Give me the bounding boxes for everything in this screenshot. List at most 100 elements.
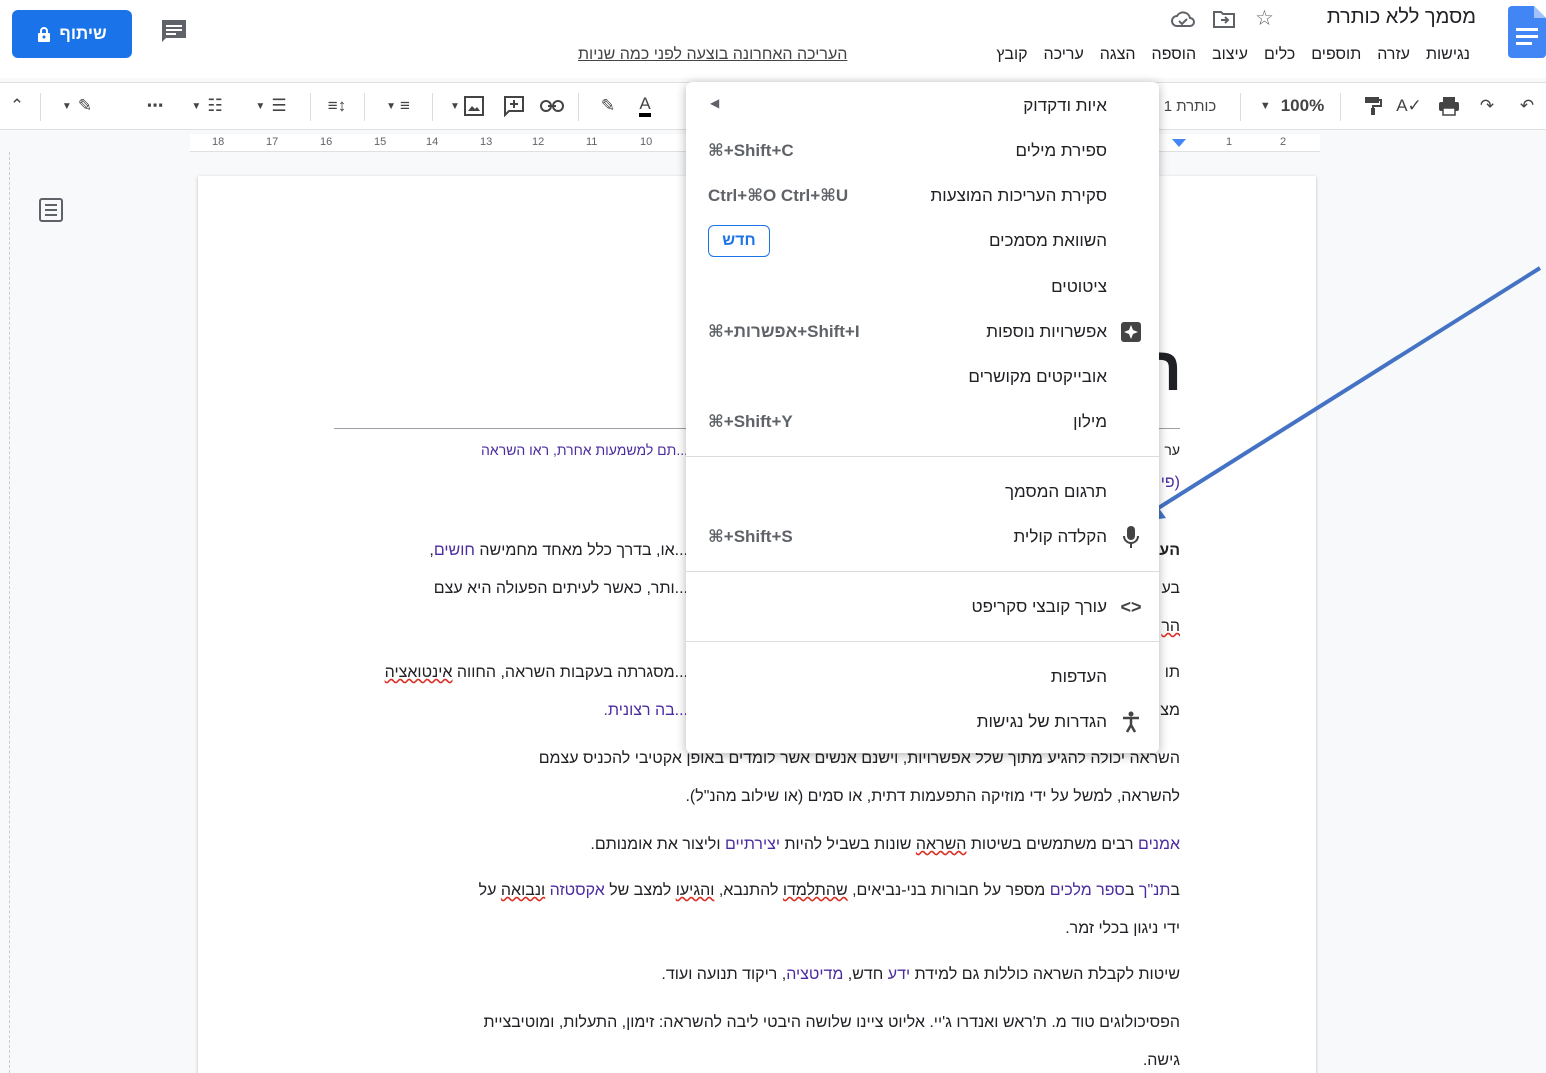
indent-marker[interactable] [1172, 139, 1186, 147]
numbered-list-icon: ☰ [271, 96, 287, 115]
highlight-icon[interactable]: ✎ [594, 93, 622, 119]
menu-item-linked-objects[interactable]: אובייקטים מקושרים [686, 355, 1159, 399]
ruler-tick: 18 [212, 136, 225, 148]
zoom-value: 100% [1280, 96, 1325, 115]
paint-format-icon[interactable] [1360, 93, 1386, 119]
paragraph-frag: הר [1161, 618, 1180, 635]
cloud-saved-icon[interactable] [1170, 9, 1196, 34]
menu-item-citations[interactable]: ציטוטים [686, 265, 1159, 309]
document-outline-icon[interactable] [38, 197, 64, 228]
text-span: ב [1124, 882, 1139, 899]
menu-item-dictionary[interactable]: מילון ⌘+Shift+Y [686, 400, 1159, 444]
menu-item-compare-documents[interactable]: השוואת מסמכים חדש [686, 219, 1159, 263]
lock-icon [38, 27, 51, 42]
paragraph-frag: בע [1161, 580, 1180, 597]
menu-item-translate[interactable]: תרגום המסמך [686, 470, 1159, 514]
menu-tools[interactable]: כלים [1256, 46, 1303, 64]
menu-help[interactable]: עזרה [1369, 46, 1418, 64]
add-comment-icon[interactable] [500, 93, 528, 119]
numbered-list-button[interactable]: ▼ ☰ [244, 93, 298, 119]
zoom-select[interactable]: ▼ 100% [1254, 93, 1330, 119]
insert-image-button[interactable]: ▼ [444, 93, 490, 119]
spelling-error[interactable]: שהתלמדו [783, 882, 848, 899]
link-icon[interactable] [538, 93, 566, 119]
star-icon[interactable]: ☆ [1255, 6, 1274, 31]
undo-icon[interactable]: ↶ [1514, 93, 1540, 119]
tools-menu: איות ודקדוק ◀ ספירת מילים ⌘+Shift+C סקיר… [686, 82, 1159, 753]
editing-mode-button[interactable]: ▼ ✎ [52, 93, 102, 119]
paragraph-text: ...ותר, כאשר לעיתים הפעולה היא עצם [433, 580, 688, 597]
document-title[interactable]: מסמך ללא כותרת [1327, 6, 1476, 29]
menu-item-explore[interactable]: אפשרויות נוספות ⌘+אפשרות+Shift+I [686, 310, 1159, 354]
menu-format[interactable]: עיצוב [1204, 46, 1256, 64]
paragraph-text: להשראה, למשל על ידי מוזיקה התפעמות דתית,… [685, 788, 1180, 805]
menu-item-label: איות ודקדוק [1023, 96, 1107, 115]
spelling-error[interactable]: ונבואה [501, 882, 545, 899]
chevron-down-icon: ▼ [450, 100, 460, 112]
shortcut-text: ⌘+Shift+S [708, 527, 793, 546]
wiki-link[interactable]: יצירתיים [725, 836, 780, 853]
bulleted-list-button[interactable]: ▼ ☷ [180, 93, 234, 119]
menu-item-accessibility-settings[interactable]: הגדרות של נגישות [686, 700, 1159, 744]
paragraph-text: ידי ניגון בכלי זמר. [1065, 920, 1180, 937]
spelling-error[interactable]: השראה [916, 836, 967, 853]
collapse-menus-icon[interactable]: ⌃ [4, 93, 30, 119]
menu-view[interactable]: הצגה [1092, 46, 1144, 64]
menu-item-label: השוואת מסמכים [988, 231, 1107, 250]
style-value: כותרת 1 [1163, 97, 1217, 115]
wiki-link[interactable]: תנ"ך [1139, 882, 1171, 899]
move-folder-icon[interactable] [1212, 9, 1236, 34]
wiki-link[interactable]: אקסטזה [550, 882, 605, 899]
line-spacing-icon[interactable]: ≡↕ [322, 93, 352, 119]
docs-logo-icon[interactable] [1508, 6, 1546, 58]
wiki-link[interactable]: ידע [888, 966, 910, 983]
menu-accessibility[interactable]: נגישות [1418, 46, 1478, 64]
wiki-link[interactable]: חושים [434, 542, 475, 559]
wiki-link[interactable]: מדיטציה [786, 966, 843, 983]
image-icon [463, 96, 484, 116]
ruler-tick: 13 [480, 136, 493, 148]
menu-item-spelling[interactable]: איות ודקדוק ◀ [686, 84, 1159, 128]
menu-item-label: הגדרות של נגישות [976, 712, 1107, 731]
hatnote-link[interactable]: ...תם למשמעות אחרת, ראו השראה [481, 442, 688, 458]
share-button[interactable]: שיתוף [12, 10, 132, 58]
menu-file[interactable]: קובץ [988, 46, 1035, 64]
redo-icon[interactable]: ↷ [1474, 93, 1500, 119]
menu-item-word-count[interactable]: ספירת מילים ⌘+Shift+C [686, 129, 1159, 173]
menu-item-label: הקלדה קולית [1013, 527, 1108, 546]
menu-addons[interactable]: תוספים [1303, 46, 1369, 64]
menu-edit[interactable]: עריכה [1036, 46, 1092, 64]
menu-item-script-editor[interactable]: <> עורך קובצי סקריפט [686, 585, 1159, 629]
more-icon[interactable]: ⋯ [140, 93, 170, 119]
text-color-button[interactable]: A [630, 93, 660, 119]
spelling-error[interactable]: אינטואציה [385, 664, 453, 681]
text-span: חדש, [843, 966, 888, 983]
print-icon[interactable] [1436, 93, 1462, 119]
chevron-down-icon: ▼ [255, 100, 266, 112]
menu-item-label: אובייקטים מקושרים [968, 367, 1107, 386]
menu-item-voice-typing[interactable]: הקלדה קולית ⌘+Shift+S [686, 515, 1159, 559]
align-button[interactable]: ▼ ≡ [376, 93, 420, 119]
comments-icon[interactable] [160, 18, 188, 49]
menu-insert[interactable]: הוספה [1144, 46, 1205, 64]
ruler-tick: 10 [640, 136, 653, 148]
vertical-ruler[interactable] [0, 152, 10, 1073]
menu-item-preferences[interactable]: העדפות [686, 655, 1159, 699]
paragraph-text: אמנים רבים משתמשים בשיטות השראה שונות בש… [590, 836, 1180, 854]
last-edit-link[interactable]: העריכה האחרונה בוצעה לפני כמה שניות [578, 46, 847, 64]
chevron-down-icon: ▼ [61, 100, 72, 112]
align-right-icon: ≡ [399, 96, 410, 115]
menu-item-label: תרגום המסמך [1004, 482, 1107, 501]
spelling-error[interactable]: והגיעו [676, 882, 715, 899]
wiki-link[interactable]: ספר מלכים [1050, 882, 1125, 899]
shortcut-text: ⌘+Shift+Y [708, 412, 793, 431]
spellcheck-icon[interactable]: A✓ [1396, 93, 1422, 119]
shortcut-text: ⌘+Shift+C [708, 141, 794, 160]
text-span: ...מסגרתה בעקבות השראה, החווה [456, 664, 688, 681]
paragraph-frag: מצ [1160, 702, 1180, 719]
style-select[interactable]: כותרת 1 [1160, 93, 1220, 119]
chevron-down-icon: ▼ [1259, 100, 1271, 112]
wiki-link[interactable]: אמנים [1138, 836, 1180, 853]
menu-item-review-edits[interactable]: סקירת העריכות המוצעות Ctrl+⌘O Ctrl+⌘U [686, 174, 1159, 218]
wiki-link[interactable]: ...בה רצונית. [604, 702, 688, 720]
